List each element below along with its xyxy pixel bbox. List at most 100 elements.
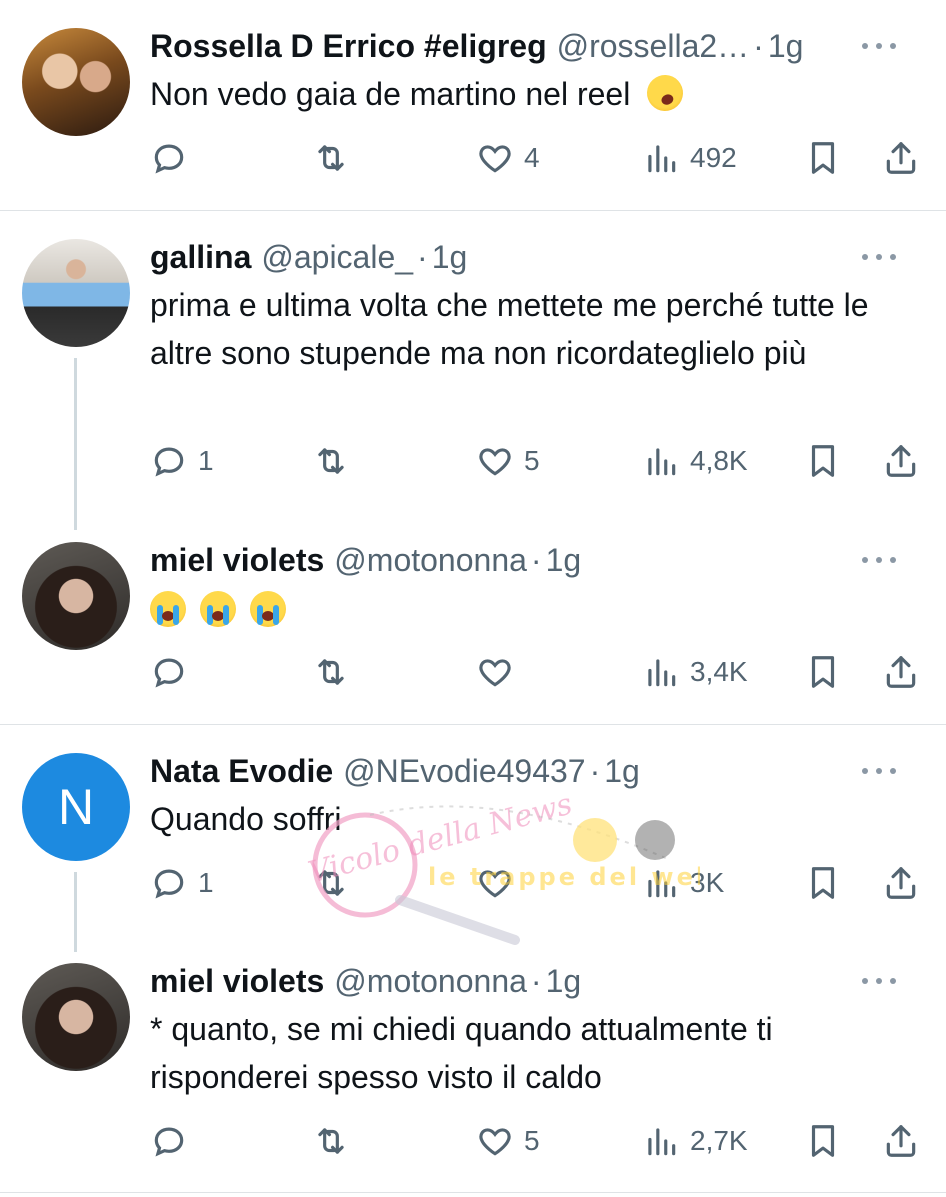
author-handle[interactable]: @NEvodie49437 (343, 753, 585, 790)
views-button[interactable]: 4,8K (642, 439, 748, 483)
bookmark-icon (811, 142, 835, 174)
views-button[interactable]: 3,4K (642, 650, 748, 694)
like-button[interactable] (476, 861, 524, 905)
more-options-icon[interactable] (862, 766, 896, 776)
author-name[interactable]: Nata Evodie (150, 753, 333, 790)
bookmark-button[interactable] (804, 650, 842, 694)
author-name[interactable]: miel violets (150, 542, 324, 579)
more-options-icon[interactable] (862, 41, 896, 51)
author-name[interactable]: Rossella D Errico #eligreg (150, 28, 547, 65)
rolling-on-floor-laughing-emoji (642, 69, 689, 117)
bookmark-icon (811, 1125, 835, 1157)
heart-icon (479, 659, 511, 687)
reply-button[interactable] (150, 136, 198, 180)
like-button[interactable]: 5 (476, 439, 540, 483)
loudly-crying-face-emoji (200, 591, 236, 627)
author-handle[interactable]: @rossella2… (557, 28, 750, 65)
bookmark-button[interactable] (804, 861, 842, 905)
author-name[interactable]: gallina (150, 239, 251, 276)
reply-button[interactable] (150, 1119, 198, 1163)
avatar[interactable] (22, 542, 130, 650)
like-button[interactable]: 5 (476, 1119, 540, 1163)
timestamp[interactable]: 1g (432, 239, 468, 276)
thread-line (74, 872, 77, 952)
share-button[interactable] (882, 861, 920, 905)
views-icon (648, 659, 676, 687)
reply-icon (154, 869, 184, 899)
like-button[interactable] (476, 650, 524, 694)
loudly-crying-face-emoji (250, 591, 286, 627)
reply-icon (154, 144, 184, 174)
author-handle[interactable]: @apicale_ (261, 239, 413, 276)
author-handle[interactable]: @motononna (334, 963, 527, 1000)
share-button[interactable] (882, 1119, 920, 1163)
share-icon (886, 142, 916, 174)
share-button[interactable] (882, 650, 920, 694)
tweet[interactable]: Rossella D Errico #eligreg @rossella2… ·… (0, 0, 946, 210)
bookmark-icon (811, 867, 835, 899)
timestamp[interactable]: 1g (768, 28, 804, 65)
repost-icon (318, 659, 344, 685)
repost-button[interactable] (312, 650, 360, 694)
views-button[interactable]: 492 (642, 136, 737, 180)
share-button[interactable] (882, 439, 920, 483)
tweet[interactable]: miel violets @motononna · 1g * quanto, s… (0, 951, 946, 1191)
divider (0, 1192, 946, 1193)
views-count: 2,7K (690, 1125, 748, 1156)
share-icon (886, 445, 916, 477)
share-button[interactable] (882, 136, 920, 180)
bookmark-button[interactable] (804, 136, 842, 180)
more-options-icon[interactable] (862, 252, 896, 262)
tweet[interactable]: N Nata Evodie @NEvodie49437 · 1g Quando … (0, 725, 946, 951)
tweet[interactable]: gallina @apicale_ · 1g prima e ultima vo… (0, 211, 946, 511)
reply-count: 1 (198, 445, 214, 476)
repost-icon (318, 1128, 344, 1154)
tweet[interactable]: miel violets @motononna · 1g 3,4K (0, 530, 946, 724)
avatar-letter: N (57, 779, 95, 835)
reply-button[interactable]: 1 (150, 861, 214, 905)
avatar[interactable] (22, 28, 130, 136)
reply-button[interactable] (150, 650, 198, 694)
heart-icon (479, 1128, 511, 1156)
views-button[interactable]: 2,7K (642, 1119, 748, 1163)
avatar[interactable]: N (22, 753, 130, 861)
views-button[interactable]: 3K (642, 861, 724, 905)
heart-icon (479, 448, 511, 476)
repost-icon (318, 448, 344, 474)
views-count: 3,4K (690, 656, 748, 687)
more-options-icon[interactable] (862, 555, 896, 565)
avatar[interactable] (22, 239, 130, 347)
separator-dot: · (417, 238, 428, 275)
author-name[interactable]: miel violets (150, 963, 324, 1000)
reply-count: 1 (198, 867, 214, 898)
tweet-text: * quanto, se mi chiedi quando attualment… (150, 1011, 773, 1095)
avatar[interactable] (22, 963, 130, 1071)
author-handle[interactable]: @motononna (334, 542, 527, 579)
heart-icon (479, 870, 511, 898)
repost-button[interactable] (312, 439, 360, 483)
views-count: 492 (690, 142, 737, 173)
bookmark-icon (811, 445, 835, 477)
timestamp[interactable]: 1g (546, 542, 582, 579)
repost-button[interactable] (312, 861, 360, 905)
like-count: 4 (524, 142, 540, 173)
like-count: 5 (524, 445, 540, 476)
heart-icon (479, 145, 511, 173)
timestamp[interactable]: 1g (604, 753, 640, 790)
timestamp[interactable]: 1g (546, 963, 582, 1000)
like-count: 5 (524, 1125, 540, 1156)
repost-button[interactable] (312, 136, 360, 180)
views-icon (648, 145, 676, 173)
more-options-icon[interactable] (862, 976, 896, 986)
bookmark-button[interactable] (804, 439, 842, 483)
like-button[interactable]: 4 (476, 136, 540, 180)
thread-line (74, 358, 77, 530)
repost-icon (318, 870, 344, 896)
repost-button[interactable] (312, 1119, 360, 1163)
bookmark-icon (811, 656, 835, 688)
separator-dot: · (530, 541, 542, 578)
separator-dot: · (589, 752, 601, 789)
reply-icon (154, 447, 184, 477)
reply-button[interactable]: 1 (150, 439, 214, 483)
bookmark-button[interactable] (804, 1119, 842, 1163)
